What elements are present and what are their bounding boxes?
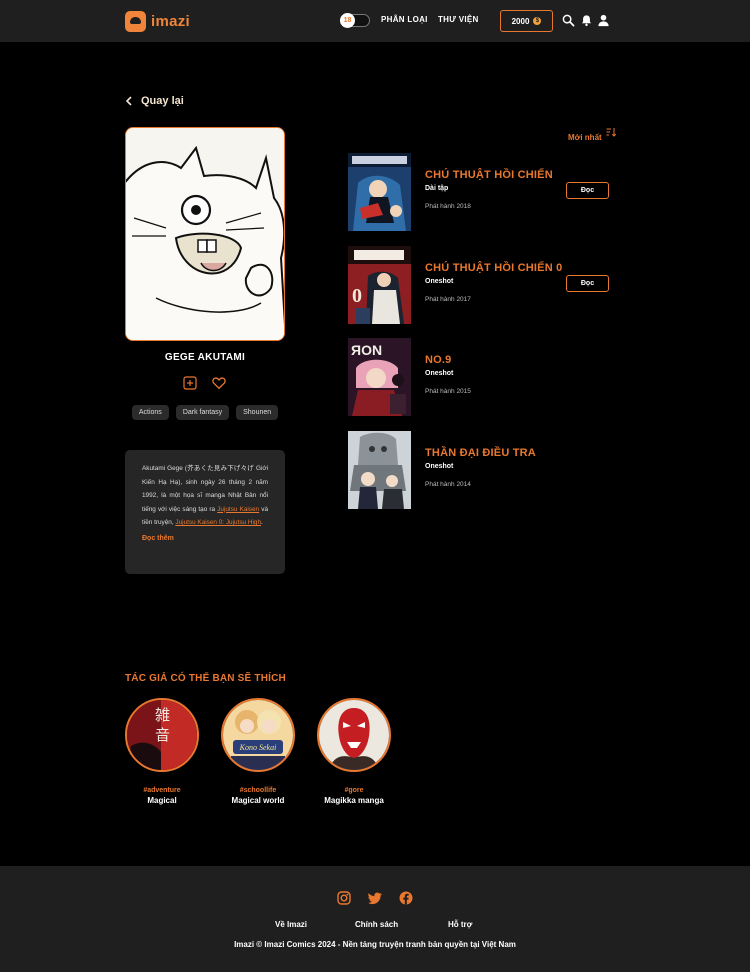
user-icon[interactable] [597,14,610,27]
nav-categories[interactable]: PHÂN LOẠI [381,15,428,24]
bio-link-jujutsu-kaisen-0[interactable]: Jujutsu Kaisen 0: Jujutsu High [175,519,261,526]
suggested-author-name[interactable]: Magikka manga [317,796,391,805]
sort-label: Mới nhất [568,133,602,142]
sort-icon [606,128,616,137]
read-more-link[interactable]: Đọc thêm [142,535,268,542]
bio-link-jujutsu-kaisen[interactable]: Jujutsu Kaisen [217,506,259,513]
genre-tag[interactable]: Actions [131,405,169,420]
age-filter-toggle[interactable]: 18 [340,13,370,28]
coin-icon: $ [533,17,542,25]
back-label: Quay lại [141,95,184,107]
footer: Về Imazi Chính sách Hỗ trợ Imazi © Imazi… [0,866,750,972]
svg-text:音: 音 [155,726,170,744]
nav-library[interactable]: THƯ VIỆN [438,15,479,24]
manga-item[interactable]: THẦN ĐẠI ĐIỀU TRA Oneshot Phát hành 2014 [348,431,618,509]
suggested-author[interactable]: #gore Magikka manga [317,698,391,805]
manga-item[interactable]: ЯON NO.9 Oneshot Phát hành 2015 [348,338,618,416]
suggested-author[interactable]: 雑 音 #adventure Magical [125,698,199,805]
suggested-author[interactable]: Kono Sekai #schoollife Magical world [221,698,295,805]
manga-type: Oneshot [425,278,454,285]
footer-link-about[interactable]: Về Imazi [275,920,307,929]
manga-release: Phát hành 2014 [425,481,471,488]
manga-cover[interactable]: 0 [348,246,411,324]
svg-text:0: 0 [352,285,362,307]
suggestions-title: TÁC GIẢ CÓ THỂ BẠN SẼ THÍCH [125,673,286,684]
manga-release: Phát hành 2017 [425,296,471,303]
genre-tag[interactable]: Shounen [236,405,279,420]
age-badge: 18 [340,13,355,28]
manga-type: Dài tập [425,185,449,192]
genre-tags: Actions Dark fantasy Shounen [125,405,285,420]
svg-text:雑: 雑 [155,706,170,724]
add-icon[interactable] [183,376,197,390]
manga-title[interactable]: CHÚ THUẬT HỒI CHIẾN 0 [425,262,562,274]
manga-title[interactable]: NO.9 [425,354,451,366]
coin-amount: 2000 [511,16,530,26]
manga-release: Phát hành 2015 [425,388,471,395]
manga-title[interactable]: CHÚ THUẬT HỒI CHIẾN [425,169,553,181]
copyright: Imazi © Imazi Comics 2024 - Nền tảng tru… [234,940,516,949]
footer-link-policy[interactable]: Chính sách [355,920,398,929]
manga-cover[interactable]: ЯON [348,338,411,416]
suggested-author-avatar[interactable]: 雑 音 [125,698,199,772]
manga-cover[interactable] [348,431,411,509]
manga-item[interactable]: 0 CHÚ THUẬT HỒI CHIẾN 0 Oneshot Phát hàn… [348,246,618,324]
suggested-author-tag: #gore [344,787,364,794]
read-button[interactable]: Đọc [566,275,609,292]
logo-text: imazi [151,13,191,30]
manga-title[interactable]: THẦN ĐẠI ĐIỀU TRA [425,447,536,459]
manga-cover[interactable] [348,153,411,231]
twitter-icon[interactable] [368,891,382,905]
author-bio-card: Akutami Gege (芥あくた見み下げ々げ Giới Kiến Hạ Hạ… [125,450,285,574]
svg-text:Kono Sekai: Kono Sekai [239,743,277,752]
author-avatar [125,127,285,341]
sort-dropdown[interactable]: Mới nhất [568,127,616,142]
read-button[interactable]: Đọc [566,182,609,199]
facebook-icon[interactable] [399,891,413,905]
suggested-author-avatar[interactable] [317,698,391,772]
back-button[interactable]: Quay lại [125,95,184,107]
genre-tag[interactable]: Dark fantasy [175,405,230,420]
author-name: GEGE AKUTAMI [164,352,246,363]
suggested-author-tag: #schoollife [239,787,277,794]
footer-link-support[interactable]: Hỗ trợ [448,920,472,929]
manga-type: Oneshot [425,463,454,470]
svg-text:ЯON: ЯON [351,342,382,358]
bell-icon[interactable] [580,14,593,27]
manga-type: Oneshot [425,370,454,377]
logo[interactable]: imazi [125,11,190,32]
suggested-author-name[interactable]: Magical world [221,796,295,805]
suggested-author-name[interactable]: Magical [125,796,199,805]
search-icon[interactable] [562,14,575,27]
back-chevron-icon [125,96,132,106]
suggested-author-avatar[interactable]: Kono Sekai [221,698,295,772]
coin-balance-button[interactable]: 2000 $ [500,10,553,32]
logo-icon [125,11,146,32]
instagram-icon[interactable] [337,891,351,905]
manga-release: Phát hành 2018 [425,203,471,210]
top-navbar: imazi 18 PHÂN LOẠI THƯ VIỆN 2000 $ [0,0,750,42]
author-bio: Akutami Gege (芥あくた見み下げ々げ Giới Kiến Hạ Hạ… [142,465,268,526]
suggested-author-tag: #adventure [143,787,181,794]
heart-icon[interactable] [212,376,226,390]
manga-item[interactable]: CHÚ THUẬT HỒI CHIẾN Dài tập Phát hành 20… [348,153,618,231]
